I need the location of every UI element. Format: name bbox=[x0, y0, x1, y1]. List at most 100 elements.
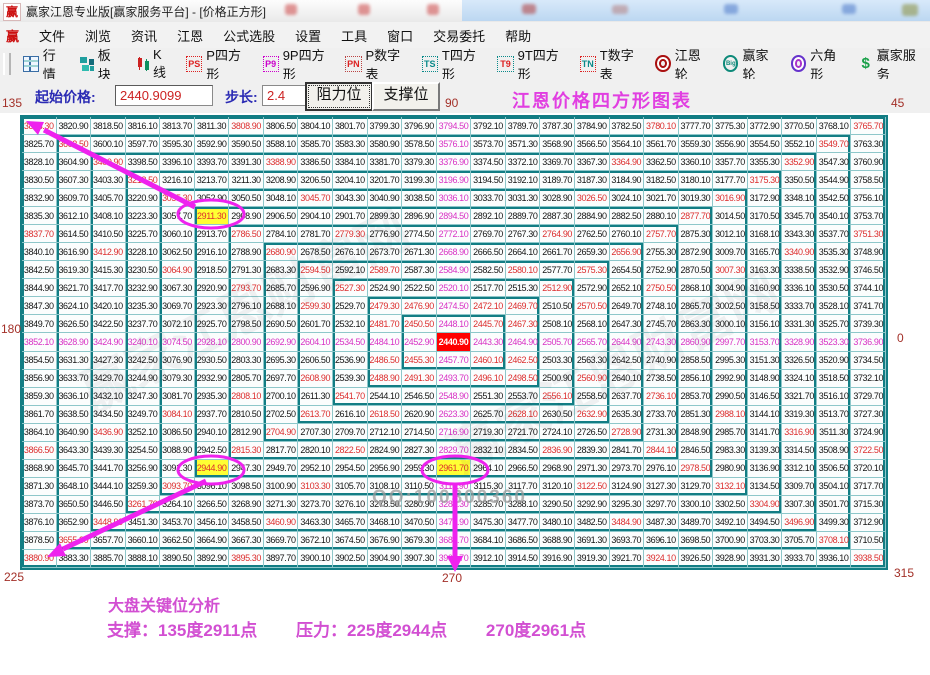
resistance-button[interactable]: 阻力位 bbox=[305, 82, 373, 111]
grid-cell: 2448.10 bbox=[437, 315, 472, 333]
grid-cell: 2659.30 bbox=[575, 243, 610, 261]
grid-cell: 3417.70 bbox=[91, 279, 126, 297]
qq-watermark: QQ:100800360 bbox=[372, 487, 527, 509]
angle-90-label: 90 bbox=[445, 96, 458, 110]
grid-cell: 3028.90 bbox=[540, 189, 575, 207]
app-logo-icon: 赢 bbox=[3, 3, 21, 21]
grid-cell: 3444.10 bbox=[91, 478, 126, 496]
grid-cell: 2968.90 bbox=[540, 460, 575, 478]
grid-cell: 3796.90 bbox=[402, 117, 437, 135]
grid-cell: 3062.50 bbox=[160, 243, 195, 261]
grid-cell: 3172.90 bbox=[748, 189, 783, 207]
grid-cell: 2906.50 bbox=[264, 207, 299, 225]
grid-cell: 3120.10 bbox=[540, 478, 575, 496]
grid-cell: 3129.70 bbox=[679, 478, 714, 496]
grid-cell: 3600.10 bbox=[91, 135, 126, 153]
grid-cell: 2983.30 bbox=[713, 442, 748, 460]
grid-cell: 3645.70 bbox=[57, 460, 92, 478]
toolbar-winner-wheel-label: 赢家轮 bbox=[742, 45, 776, 83]
grid-cell: 3818.50 bbox=[91, 117, 126, 135]
grid-cell: 3837.70 bbox=[22, 225, 57, 243]
grid-cell: 2995.30 bbox=[713, 352, 748, 370]
grid-cell: 3852.10 bbox=[22, 333, 57, 351]
grid-cell: 3182.50 bbox=[644, 171, 679, 189]
grid-cell: 3508.90 bbox=[817, 442, 852, 460]
grid-cell: 3196.90 bbox=[437, 171, 472, 189]
grid-cell: 3328.90 bbox=[782, 333, 817, 351]
grid-cell: 3914.50 bbox=[506, 550, 541, 568]
grid-cell: 3136.90 bbox=[748, 460, 783, 478]
grid-cell: 2656.90 bbox=[610, 243, 645, 261]
grid-cell: 2978.50 bbox=[679, 460, 714, 478]
grid-cell: 2467.30 bbox=[506, 315, 541, 333]
pn-badge-icon: PN bbox=[345, 56, 361, 72]
grid-cell: 3912.10 bbox=[471, 550, 506, 568]
grid-cell: 3309.70 bbox=[782, 478, 817, 496]
grid-cell: 2512.90 bbox=[540, 279, 575, 297]
grid-cell: 3732.10 bbox=[851, 370, 886, 388]
grid-cell: 3729.70 bbox=[851, 388, 886, 406]
grid-cell: 3684.10 bbox=[471, 532, 506, 550]
angle-315-label: 315 bbox=[894, 566, 914, 580]
grid-cell: 3638.50 bbox=[57, 406, 92, 424]
pressure-level-2: 270度2961点 bbox=[486, 621, 586, 640]
grid-cell: 2618.50 bbox=[368, 406, 403, 424]
grid-cell: 3374.50 bbox=[471, 153, 506, 171]
grid-cell: 3657.70 bbox=[91, 532, 126, 550]
grid-cell: 2536.90 bbox=[333, 352, 368, 370]
grid-cell: 3045.70 bbox=[298, 189, 333, 207]
grid-cell: 3602.50 bbox=[57, 135, 92, 153]
grid-cell: 3175.30 bbox=[748, 171, 783, 189]
grid-cell: 3744.10 bbox=[851, 279, 886, 297]
grid-cell: 3086.50 bbox=[160, 424, 195, 442]
grid-cell: 3487.30 bbox=[644, 514, 679, 532]
grid-cell: 3717.70 bbox=[851, 478, 886, 496]
grid-cell: 2954.50 bbox=[333, 460, 368, 478]
grid-cell: 2884.90 bbox=[575, 207, 610, 225]
grid-cell: 2570.50 bbox=[575, 297, 610, 315]
start-price-input[interactable] bbox=[115, 85, 213, 106]
grid-cell: 3290.50 bbox=[540, 496, 575, 514]
title-bar: 赢 赢家江恩专业版[赢家服务平台] - [价格正方形] bbox=[0, 0, 930, 23]
grid-cell: 3597.70 bbox=[126, 135, 161, 153]
grid-cell: 2985.70 bbox=[713, 424, 748, 442]
grid-cell: 3254.50 bbox=[126, 442, 161, 460]
grid-cell: 3393.70 bbox=[195, 153, 230, 171]
grid-cell: 3468.10 bbox=[368, 514, 403, 532]
toolbar-9t-square-label: 9T四方形 bbox=[518, 45, 566, 83]
grid-cell: 3518.50 bbox=[817, 370, 852, 388]
grid-cell: 3453.70 bbox=[160, 514, 195, 532]
grid-cell: 3621.70 bbox=[57, 279, 92, 297]
grid-cell: 2488.90 bbox=[368, 370, 403, 388]
grid-cell: 3777.70 bbox=[679, 117, 714, 135]
grid-cell: 3576.10 bbox=[437, 135, 472, 153]
grid-cell: 2803.30 bbox=[229, 352, 264, 370]
grid-cell: 3088.90 bbox=[160, 442, 195, 460]
grid-cell: 3194.50 bbox=[471, 171, 506, 189]
window-title: 赢家江恩专业版[赢家服务平台] - [价格正方形] bbox=[26, 3, 266, 20]
grid-cell: 3672.10 bbox=[298, 532, 333, 550]
grid-cell: 3674.50 bbox=[333, 532, 368, 550]
grid-cell: 3552.10 bbox=[782, 135, 817, 153]
grid-cell: 3300.10 bbox=[679, 496, 714, 514]
grid-cell: 3648.10 bbox=[57, 478, 92, 496]
grid-cell: 3938.50 bbox=[851, 550, 886, 568]
grid-cell: 3816.10 bbox=[126, 117, 161, 135]
grid-cell: 3297.70 bbox=[644, 496, 679, 514]
grid-cell: 3844.90 bbox=[22, 279, 57, 297]
toolbar-kline-button[interactable]: K线 bbox=[128, 45, 179, 83]
grid-cell: 2709.70 bbox=[333, 424, 368, 442]
grid-cell: 2601.70 bbox=[298, 315, 333, 333]
grid-cell: 2510.50 bbox=[540, 297, 575, 315]
grid-cell: 3712.90 bbox=[851, 514, 886, 532]
grid-cell: 2913.70 bbox=[195, 225, 230, 243]
grid-cell: 3878.50 bbox=[22, 532, 57, 550]
grid-cell: 2762.50 bbox=[575, 225, 610, 243]
grid-cell: 3381.70 bbox=[368, 153, 403, 171]
grid-cell: 2896.90 bbox=[402, 207, 437, 225]
grid-cell: 3153.70 bbox=[748, 333, 783, 351]
grid-cell: 3904.90 bbox=[368, 550, 403, 568]
toolbar-t-number-table-label: T数字表 bbox=[600, 45, 642, 83]
support-button[interactable]: 支撑位 bbox=[372, 82, 440, 111]
grid-cell: 3525.70 bbox=[817, 315, 852, 333]
